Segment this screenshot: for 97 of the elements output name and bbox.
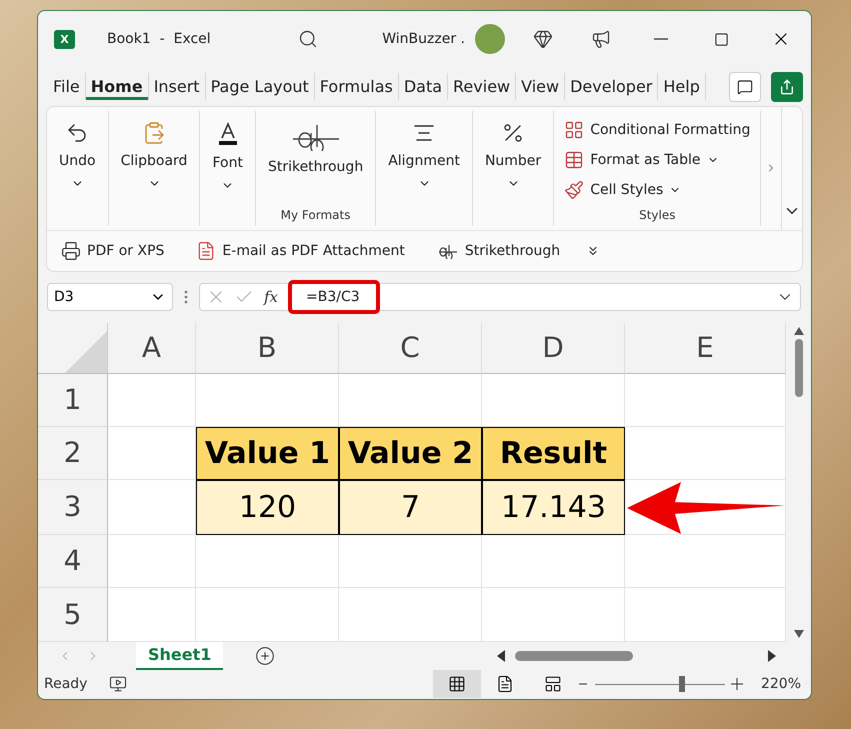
scrollbar-thumb[interactable] [794,338,802,397]
column-header[interactable]: D [482,322,625,374]
table-icon [564,150,584,170]
ribbon-tab[interactable]: Page Layout [206,73,315,100]
ribbon-tab[interactable]: Help [658,73,706,100]
table-cell[interactable] [625,374,786,427]
group-label: Styles [639,208,676,222]
table-cell[interactable]: Result [482,426,625,480]
add-sheet-icon[interactable] [255,646,276,666]
page-icon [496,675,514,694]
table-cell[interactable] [108,588,196,642]
ribbon-tab[interactable]: Data [398,73,448,100]
quick-access-button[interactable]: E-mail as PDF Attachment [190,240,411,262]
table-cell[interactable] [196,534,339,588]
ribbon-button[interactable]: Font [210,116,245,222]
comments-button[interactable] [729,72,761,102]
ribbon-tab[interactable]: Home [86,73,149,100]
zoom-in-icon[interactable] [730,678,743,690]
insert-function-button[interactable]: fx [262,288,280,306]
row-header[interactable]: 3 [38,480,108,535]
ribbon-button[interactable]: Alignment [386,116,462,222]
ribbon-button[interactable]: Clipboard [118,116,190,222]
view-button[interactable] [432,670,481,698]
ribbon-button[interactable]: Cell Styles [564,176,682,203]
comment-icon [737,78,753,95]
row-header[interactable]: 5 [38,588,108,642]
ribbon-button[interactable]: Number [482,116,544,222]
table-cell[interactable]: Value 2 [339,426,482,480]
ribbon-tab[interactable]: View [516,73,566,100]
table-cell[interactable] [482,374,625,427]
layout-icon [544,675,562,694]
table-cell[interactable] [339,374,482,427]
table-cell[interactable]: 17.143 [482,480,625,535]
table-cell[interactable] [339,588,482,642]
status-text: Ready [44,676,88,692]
printer-icon [61,240,81,261]
group-label: My Formats [280,208,350,222]
ribbon-tab[interactable]: File [48,73,86,100]
column-header[interactable]: B [196,322,339,374]
select-all-corner[interactable] [38,322,108,374]
table-cell[interactable]: 7 [339,480,482,535]
sheet-tab[interactable]: Sheet1 [136,642,224,670]
row-header[interactable]: 1 [38,374,108,427]
share-icon [779,78,795,95]
table-cell[interactable] [339,534,482,588]
table-cell[interactable] [625,588,786,642]
share-button[interactable] [771,72,803,102]
paintbrush-icon [564,180,584,200]
megaphone-icon[interactable] [591,29,611,50]
table-cell[interactable]: Value 1 [196,426,339,480]
quick-access-button[interactable]: Strikethrough [430,242,566,260]
minimize-icon [654,38,668,40]
table-cell[interactable] [108,374,196,427]
window-title: Book1 - Excel [107,31,211,48]
scroll-left-icon[interactable] [497,650,505,662]
ribbon-tab[interactable]: Developer [565,73,658,100]
table-cell[interactable] [196,374,339,427]
column-header[interactable]: A [108,322,196,374]
strikethrough-icon [436,242,459,259]
table-cell[interactable] [482,588,625,642]
ribbon-button[interactable]: Undo [57,116,98,222]
table-cell[interactable] [108,480,196,535]
row-header[interactable]: 4 [38,534,108,588]
formula-input[interactable]: =B3/C3 [288,280,380,314]
column-header[interactable]: C [339,322,482,374]
table-cell[interactable] [196,588,339,642]
zoom-level[interactable]: 220% [760,676,801,692]
column-header[interactable]: E [625,322,786,374]
grid-icon [448,675,466,694]
ribbon-tab[interactable]: Review [448,73,516,100]
table-cell[interactable]: 120 [196,480,339,535]
avatar[interactable] [475,24,505,54]
scroll-up-icon[interactable] [794,326,804,335]
grid-icon [564,120,584,140]
ribbon-button[interactable]: Format as Table [564,146,718,173]
scroll-down-icon[interactable] [794,630,804,638]
ribbon-tab[interactable]: Insert [148,73,206,100]
slider-thumb[interactable] [679,676,686,692]
diamond-icon[interactable] [533,29,553,50]
row-header[interactable]: 2 [38,426,108,480]
name-box[interactable]: D3 [47,283,173,312]
ribbon-tab[interactable]: Formulas [314,73,399,100]
table-cell[interactable] [625,426,786,480]
search-icon[interactable] [298,29,318,50]
table-cell[interactable] [108,426,196,480]
scrollbar-thumb[interactable] [515,650,633,661]
table-cell[interactable] [482,534,625,588]
ribbon-button[interactable]: Conditional Formatting [564,116,750,143]
account-name[interactable]: WinBuzzer . [382,31,465,48]
scroll-right-icon[interactable] [768,650,776,662]
excel-logo-icon: X [54,30,75,49]
maximize-icon [714,32,728,47]
quick-access-button[interactable]: PDF or XPS [55,240,170,262]
table-cell[interactable] [108,534,196,588]
table-cell[interactable] [625,534,786,588]
triangle-icon [65,330,107,373]
ribbon-button[interactable]: Strikethrough [266,116,366,208]
